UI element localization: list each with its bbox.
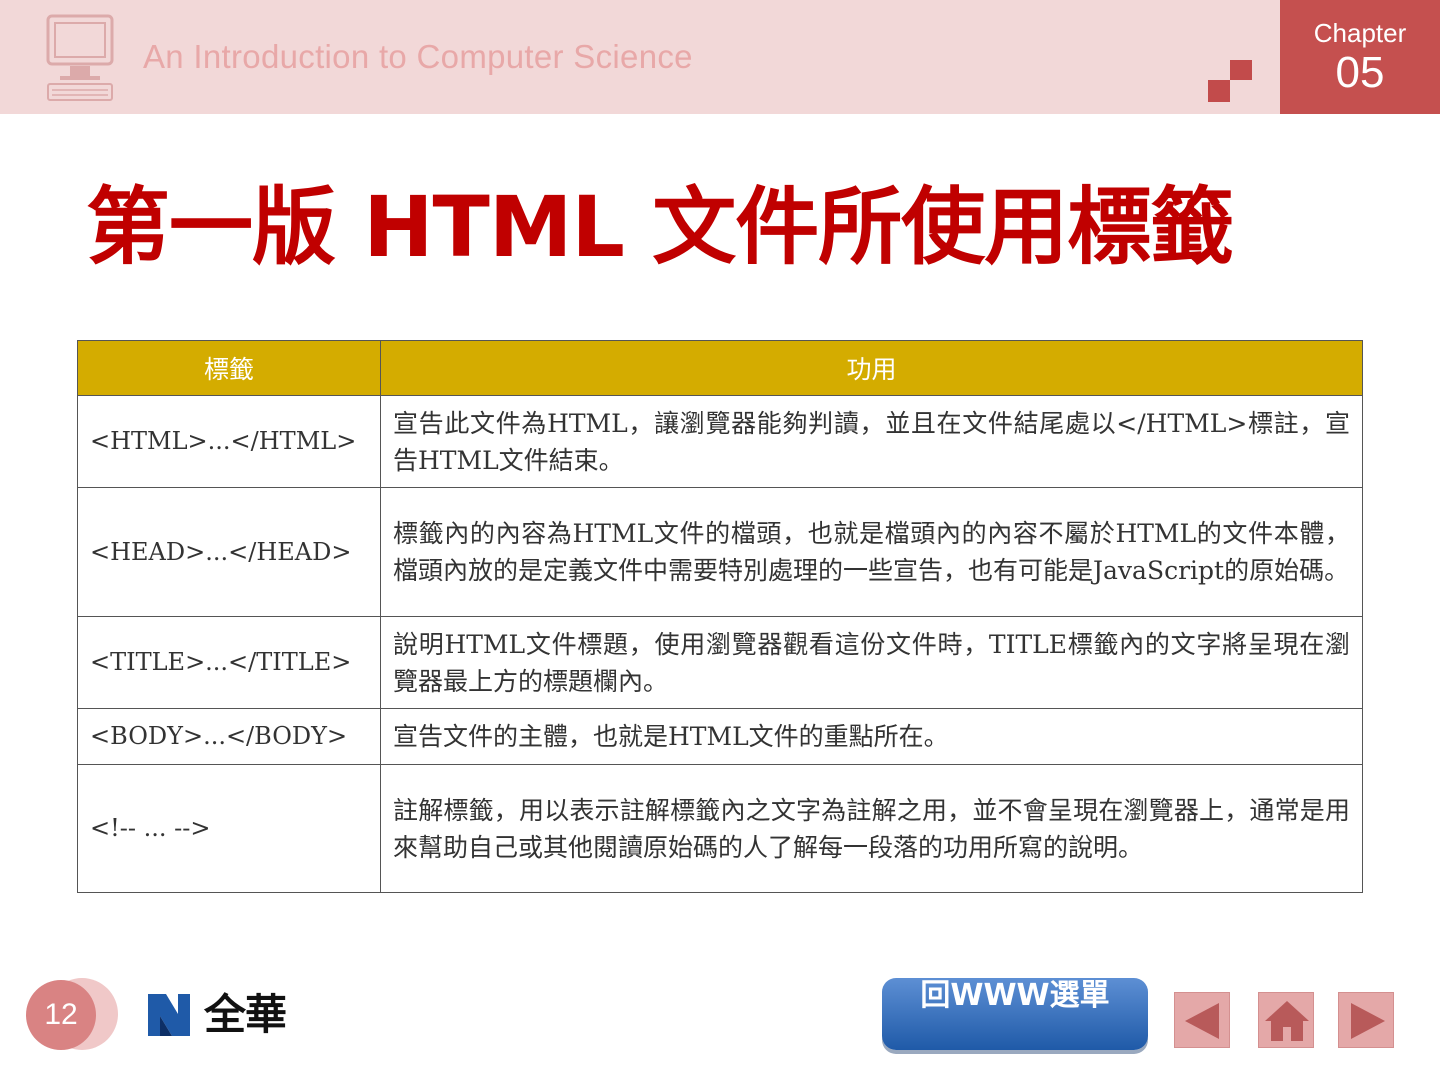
decorative-squares bbox=[1208, 60, 1252, 104]
column-header-tag: 標籤 bbox=[77, 340, 381, 396]
publisher-logo-icon bbox=[148, 994, 190, 1036]
table-row: <HTML>...</HTML> 宣告此文件為HTML，讓瀏覽器能夠判讀，並且在… bbox=[77, 395, 1363, 488]
chapter-label: Chapter bbox=[1313, 18, 1407, 48]
table-header-row: 標籤 功用 bbox=[77, 340, 1363, 396]
chapter-badge: Chapter 05 bbox=[1280, 0, 1440, 114]
function-cell: 標籤內的內容為HTML文件的檔頭，也就是檔頭內的內容不屬於HTML的文件本體，檔… bbox=[380, 487, 1363, 617]
next-arrow-icon bbox=[1351, 1003, 1385, 1039]
tag-cell: <!-- ... --> bbox=[77, 764, 381, 893]
table-row: <HEAD>...</HEAD> 標籤內的內容為HTML文件的檔頭，也就是檔頭內… bbox=[77, 487, 1363, 617]
header-bar: An Introduction to Computer Science Chap… bbox=[0, 0, 1440, 114]
tag-cell: <TITLE>...</TITLE> bbox=[77, 616, 381, 709]
table-row: <!-- ... --> 註解標籤，用以表示註解標籤內之文字為註解之用，並不會呈… bbox=[77, 764, 1363, 893]
table-row: <BODY>...</BODY> 宣告文件的主體，也就是HTML文件的重點所在。 bbox=[77, 708, 1363, 765]
next-page-button[interactable] bbox=[1338, 992, 1394, 1048]
tag-cell: <HTML>...</HTML> bbox=[77, 395, 381, 488]
publisher-name: 全華 bbox=[204, 990, 287, 1039]
table-row: <TITLE>...</TITLE> 說明HTML文件標題，使用瀏覽器觀看這份文… bbox=[77, 616, 1363, 709]
column-header-function: 功用 bbox=[380, 340, 1363, 396]
tag-cell: <HEAD>...</HEAD> bbox=[77, 487, 381, 617]
function-cell: 註解標籤，用以表示註解標籤內之文字為註解之用，並不會呈現在瀏覽器上，通常是用來幫… bbox=[380, 764, 1363, 893]
function-cell: 說明HTML文件標題，使用瀏覽器觀看這份文件時，TITLE標籤內的文字將呈現在瀏… bbox=[380, 616, 1363, 709]
tag-table: 標籤 功用 <HTML>...</HTML> 宣告此文件為HTML，讓瀏覽器能夠… bbox=[77, 340, 1363, 893]
previous-page-button[interactable] bbox=[1174, 992, 1230, 1048]
chapter-number: 05 bbox=[1335, 48, 1385, 97]
page-number: 12 bbox=[26, 980, 96, 1050]
home-button[interactable] bbox=[1258, 992, 1314, 1048]
prev-arrow-icon bbox=[1185, 1003, 1219, 1039]
computer-icon bbox=[46, 14, 114, 101]
page-title: 第一版 HTML 文件所使用標籤 bbox=[86, 178, 1234, 276]
home-icon bbox=[1265, 1001, 1309, 1041]
back-to-www-menu-button[interactable]: 回WWW選單 bbox=[882, 978, 1148, 1050]
function-cell: 宣告文件的主體，也就是HTML文件的重點所在。 bbox=[380, 708, 1363, 765]
tag-cell: <BODY>...</BODY> bbox=[77, 708, 381, 765]
function-cell: 宣告此文件為HTML，讓瀏覽器能夠判讀，並且在文件結尾處以</HTML>標註，宣… bbox=[380, 395, 1363, 488]
course-title: An Introduction to Computer Science bbox=[143, 38, 693, 75]
